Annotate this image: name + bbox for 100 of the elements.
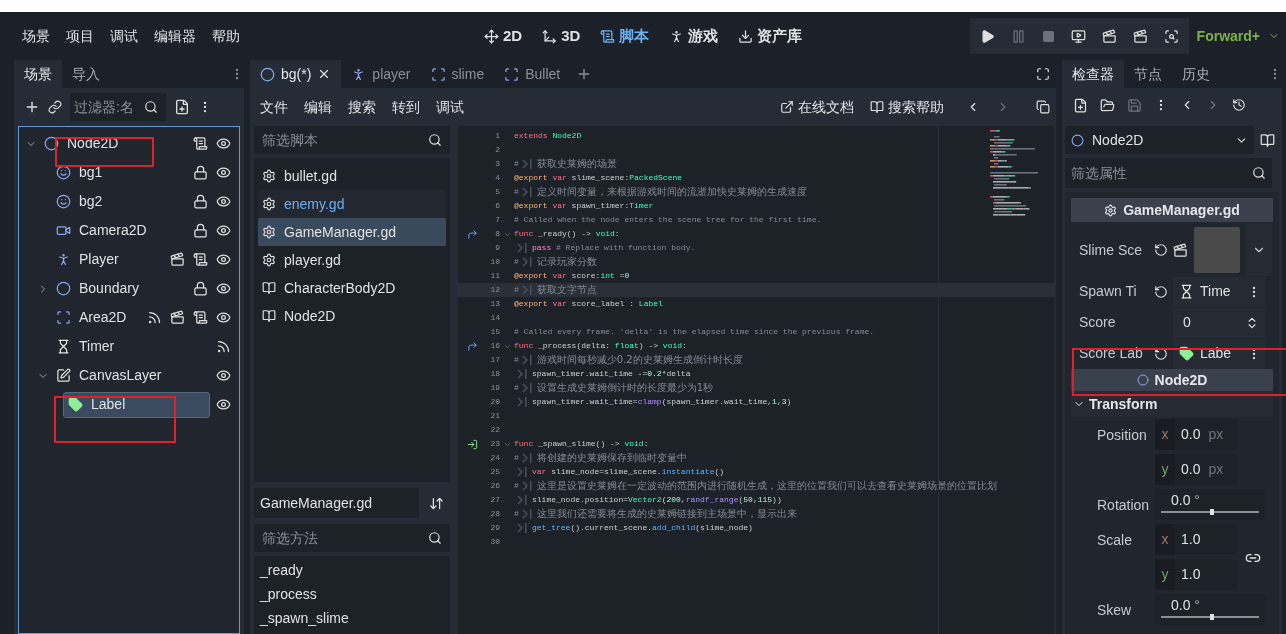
script-tab[interactable]: slime <box>420 60 495 88</box>
lock-icon[interactable] <box>193 223 208 238</box>
script-list-item[interactable]: Node2D <box>258 302 446 330</box>
panel-tab[interactable]: 场景 <box>14 60 62 88</box>
visibility-icon[interactable] <box>216 281 231 296</box>
vector-component-field[interactable]: y 1.0 <box>1155 559 1237 590</box>
method-item[interactable]: _spawn_slime <box>260 606 444 630</box>
visibility-icon[interactable] <box>216 310 231 325</box>
menu-item[interactable]: 调试 <box>110 25 138 47</box>
section-header[interactable]: GameManager.gd <box>1071 198 1273 222</box>
save-icon[interactable] <box>1127 97 1142 113</box>
clapperboard-icon[interactable] <box>1132 28 1148 44</box>
menu-item[interactable]: 搜索 <box>348 96 376 118</box>
workspace-tab[interactable]: 资产库 <box>738 24 803 48</box>
renderer-selector[interactable]: Forward+ <box>1196 25 1268 47</box>
panel-tab[interactable]: 检查器 <box>1062 60 1124 88</box>
resource-picker[interactable] <box>1173 226 1272 274</box>
menu-item[interactable]: 项目 <box>66 25 94 47</box>
signal-connection-icon[interactable] <box>467 438 478 450</box>
history-icon[interactable] <box>1232 98 1246 112</box>
help-link[interactable]: 在线文档 <box>780 96 854 118</box>
tree-item[interactable]: CanvasLayer <box>51 362 210 389</box>
script-list-item[interactable]: enemy.gd <box>258 190 446 218</box>
method-filter-field[interactable]: 筛选方法 <box>254 524 450 552</box>
panels-icon[interactable] <box>1036 100 1050 114</box>
revert-icon[interactable] <box>1154 243 1168 257</box>
add-script-icon[interactable] <box>174 99 190 115</box>
script-list-item[interactable]: player.gd <box>258 246 446 274</box>
monitor-play-icon[interactable] <box>1070 28 1086 44</box>
slider-thumb[interactable] <box>1210 614 1214 620</box>
help-link[interactable]: 搜索帮助 <box>870 96 944 118</box>
tree-item[interactable]: Area2D <box>51 304 141 331</box>
override-arrow-icon[interactable] <box>467 228 478 240</box>
class-doc-icon[interactable] <box>1260 132 1275 148</box>
tree-item[interactable]: bg2 <box>51 188 187 215</box>
scan-search-icon[interactable] <box>1163 28 1179 44</box>
tree-item[interactable]: Player <box>51 246 164 273</box>
clapperboard-icon[interactable] <box>170 252 185 267</box>
tree-item[interactable]: Label <box>63 391 210 418</box>
script-icon[interactable] <box>193 136 208 151</box>
menu-item[interactable]: 转到 <box>392 96 420 118</box>
workspace-tab[interactable]: 3D <box>542 24 581 48</box>
tree-item[interactable]: Boundary <box>51 275 187 302</box>
filter-field[interactable]: 过滤器:名 <box>70 93 166 121</box>
method-item[interactable]: _process <box>260 582 444 606</box>
visibility-icon[interactable] <box>216 136 231 151</box>
script-filter-field[interactable]: 筛选脚本 <box>254 126 450 154</box>
revert-icon[interactable] <box>1154 284 1168 299</box>
workspace-tab[interactable]: 游戏 <box>669 24 719 48</box>
link-icon[interactable] <box>48 100 62 114</box>
node-picker[interactable]: Time <box>1173 276 1265 307</box>
slider-thumb[interactable] <box>1210 509 1214 515</box>
sort-icon[interactable] <box>429 495 444 511</box>
workspace-tab[interactable]: 2D <box>484 24 523 48</box>
lock-icon[interactable] <box>193 194 208 209</box>
lock-icon[interactable] <box>193 165 208 180</box>
visibility-icon[interactable] <box>216 397 231 412</box>
visibility-icon[interactable] <box>216 223 231 238</box>
visibility-icon[interactable] <box>216 165 231 180</box>
tree-item[interactable]: Timer <box>51 333 210 360</box>
visibility-icon[interactable] <box>216 194 231 209</box>
method-item[interactable]: _ready <box>260 558 444 582</box>
clapperboard-icon[interactable] <box>170 310 185 325</box>
class-header[interactable]: Node2D <box>1071 369 1273 391</box>
menu-item[interactable]: 帮助 <box>212 25 240 47</box>
new-resource-icon[interactable] <box>1073 97 1088 113</box>
workspace-tab[interactable]: 脚本 <box>600 24 650 48</box>
vector-component-field[interactable]: x 1.0 <box>1155 524 1237 555</box>
tree-item[interactable]: bg1 <box>51 159 187 186</box>
menu-item[interactable]: 编辑器 <box>154 25 196 47</box>
script-list-item[interactable]: bullet.gd <box>258 162 446 190</box>
vector-component-field[interactable]: x 0.0 px <box>1155 419 1237 450</box>
stop-icon[interactable] <box>1041 29 1055 43</box>
play-icon[interactable] <box>979 28 995 44</box>
vector-component-field[interactable]: y 0.0 px <box>1155 454 1237 485</box>
tree-item[interactable]: Camera2D <box>51 217 187 244</box>
property-filter-field[interactable]: 筛选属性 <box>1065 158 1272 188</box>
visibility-icon[interactable] <box>216 252 231 267</box>
override-arrow-icon[interactable] <box>467 340 478 352</box>
method-filter-input[interactable]: 筛选方法 <box>262 527 428 549</box>
fullscreen-icon[interactable] <box>1036 67 1050 81</box>
slider-field[interactable]: 0.0 ° <box>1155 594 1267 625</box>
script-tab[interactable]: bg(*) <box>250 60 342 88</box>
menu-item[interactable]: 场景 <box>22 25 50 47</box>
number-spinbox[interactable]: 0 <box>1173 307 1265 338</box>
script-tab[interactable]: player <box>341 60 421 88</box>
slider-field[interactable]: 0.0 ° <box>1155 489 1267 520</box>
script-icon[interactable] <box>193 310 208 325</box>
object-selector[interactable]: Node2D <box>1065 126 1254 154</box>
script-list-item[interactable]: GameManager.gd <box>258 218 446 246</box>
signal-icon[interactable] <box>216 339 231 354</box>
add-icon[interactable] <box>24 99 40 115</box>
filter-input[interactable]: 过滤器:名 <box>74 96 144 118</box>
script-icon[interactable] <box>193 252 208 267</box>
lock-icon[interactable] <box>193 281 208 296</box>
signal-icon[interactable] <box>147 310 162 325</box>
menu-item[interactable]: 调试 <box>436 96 464 118</box>
menu-item[interactable]: 编辑 <box>304 96 332 118</box>
property-filter-input[interactable]: 筛选属性 <box>1071 162 1252 184</box>
script-tab[interactable]: Bullet <box>494 60 571 88</box>
